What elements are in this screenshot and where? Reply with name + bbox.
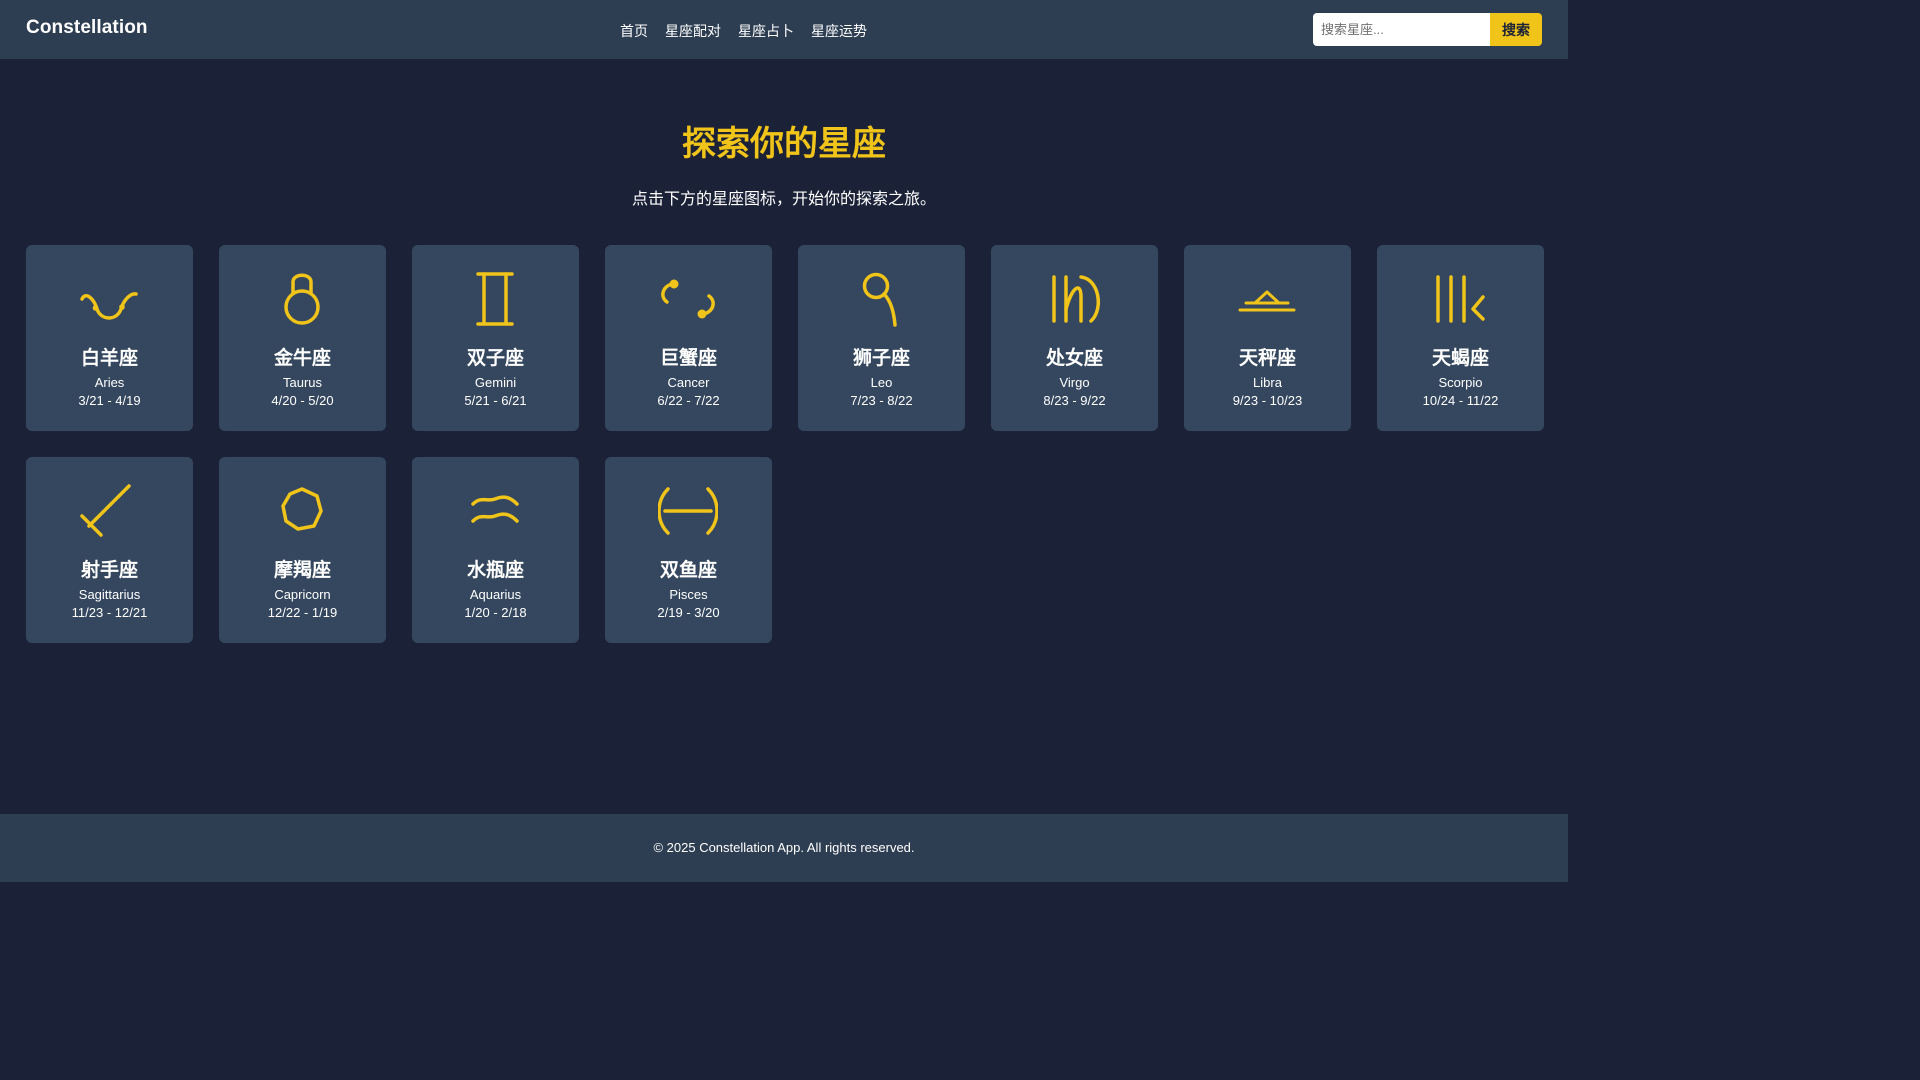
zodiac-name-en: Aquarius	[469, 587, 522, 602]
zodiac-name-cn: 金牛座	[273, 348, 331, 369]
zodiac-card-cancer[interactable]: 巨蟹座 Cancer 6/22 - 7/22	[605, 245, 772, 431]
zodiac-name-cn: 狮子座	[852, 348, 910, 369]
zodiac-dates: 1/20 - 2/18	[464, 605, 527, 620]
leo-icon	[862, 272, 897, 327]
libra-icon	[1238, 290, 1296, 312]
page-title: 探索你的星座	[682, 125, 886, 163]
search-input[interactable]	[1313, 13, 1490, 46]
zodiac-name-en: Leo	[870, 375, 893, 390]
nav-item-horoscope[interactable]: 星座运势	[811, 21, 867, 41]
zodiac-grid: 白羊座 Aries 3/21 - 4/19 金牛座 Taurus 4/20 - …	[26, 245, 1544, 643]
capricorn-icon	[281, 487, 323, 531]
scorpio-icon	[1436, 275, 1485, 323]
zodiac-dates: 10/24 - 11/22	[1422, 393, 1499, 408]
zodiac-card-sagittarius[interactable]: 射手座 Sagittarius 11/23 - 12/21	[26, 457, 193, 643]
zodiac-card-capricorn[interactable]: 摩羯座 Capricorn 12/22 - 1/19	[219, 457, 386, 643]
zodiac-name-cn: 双鱼座	[659, 560, 717, 581]
zodiac-name-cn: 水瓶座	[466, 560, 524, 581]
zodiac-name-cn: 天秤座	[1238, 348, 1296, 369]
gemini-icon	[476, 272, 514, 326]
zodiac-card-libra[interactable]: 天秤座 Libra 9/23 - 10/23	[1184, 245, 1351, 431]
zodiac-card-aquarius[interactable]: 水瓶座 Aquarius 1/20 - 2/18	[412, 457, 579, 643]
zodiac-name-en: Aries	[94, 375, 125, 390]
page-subtitle: 点击下方的星座图标，开始你的探索之旅。	[631, 191, 936, 208]
zodiac-dates: 2/19 - 3/20	[657, 605, 720, 620]
zodiac-card-scorpio[interactable]: 天蝎座 Scorpio 10/24 - 11/22	[1377, 245, 1544, 431]
zodiac-name-cn: 白羊座	[80, 348, 138, 369]
cancer-icon	[661, 279, 715, 319]
zodiac-card-aries[interactable]: 白羊座 Aries 3/21 - 4/19	[26, 245, 193, 431]
aquarius-icon	[471, 495, 519, 523]
zodiac-name-en: Pisces	[669, 587, 708, 602]
zodiac-card-pisces[interactable]: 双鱼座 Pisces 2/19 - 3/20	[605, 457, 772, 643]
zodiac-dates: 9/23 - 10/23	[1232, 393, 1303, 408]
zodiac-name-en: Libra	[1253, 375, 1282, 390]
aries-icon	[80, 292, 138, 320]
pisces-icon	[658, 487, 718, 535]
nav-item-divination[interactable]: 星座占卜	[738, 21, 794, 41]
brand-logo[interactable]: Constellation	[26, 17, 148, 39]
zodiac-name-en: Cancer	[667, 375, 710, 390]
zodiac-dates: 8/23 - 9/22	[1043, 393, 1106, 408]
zodiac-dates: 11/23 - 12/21	[71, 605, 148, 620]
zodiac-name-en: Sagittarius	[78, 587, 141, 602]
zodiac-name-cn: 双子座	[466, 348, 524, 369]
sagittarius-icon	[80, 484, 131, 537]
zodiac-dates: 3/21 - 4/19	[78, 393, 141, 408]
nav-item-match[interactable]: 星座配对	[665, 21, 721, 41]
search-bar: 搜索	[1313, 13, 1542, 46]
zodiac-name-cn: 处女座	[1045, 348, 1103, 369]
copyright-text: © 2025 Constellation App. All rights res…	[653, 840, 915, 855]
search-button[interactable]: 搜索	[1490, 13, 1542, 46]
zodiac-name-en: Capricorn	[274, 587, 331, 602]
zodiac-name-cn: 摩羯座	[273, 560, 331, 581]
zodiac-name-cn: 巨蟹座	[659, 348, 717, 369]
nav-item-home[interactable]: 首页	[620, 21, 648, 41]
zodiac-card-leo[interactable]: 狮子座 Leo 7/23 - 8/22	[798, 245, 965, 431]
zodiac-dates: 7/23 - 8/22	[850, 393, 913, 408]
main-nav: 首页 星座配对 星座占卜 星座运势	[620, 21, 867, 41]
zodiac-card-taurus[interactable]: 金牛座 Taurus 4/20 - 5/20	[219, 245, 386, 431]
top-navbar: Constellation 首页 星座配对 星座占卜 星座运势 搜索	[0, 0, 1568, 59]
zodiac-card-gemini[interactable]: 双子座 Gemini 5/21 - 6/21	[412, 245, 579, 431]
taurus-icon	[284, 273, 320, 325]
zodiac-card-virgo[interactable]: 处女座 Virgo 8/23 - 9/22	[991, 245, 1158, 431]
virgo-icon	[1052, 275, 1100, 323]
zodiac-name-en: Scorpio	[1438, 375, 1483, 390]
zodiac-dates: 5/21 - 6/21	[464, 393, 527, 408]
footer: © 2025 Constellation App. All rights res…	[0, 814, 1568, 882]
zodiac-dates: 6/22 - 7/22	[657, 393, 720, 408]
zodiac-name-en: Virgo	[1059, 375, 1090, 390]
zodiac-name-en: Gemini	[474, 375, 517, 390]
zodiac-name-cn: 射手座	[80, 560, 138, 581]
zodiac-name-en: Taurus	[282, 375, 323, 390]
zodiac-dates: 4/20 - 5/20	[271, 393, 334, 408]
zodiac-name-cn: 天蝎座	[1431, 348, 1489, 369]
zodiac-dates: 12/22 - 1/19	[267, 605, 338, 620]
